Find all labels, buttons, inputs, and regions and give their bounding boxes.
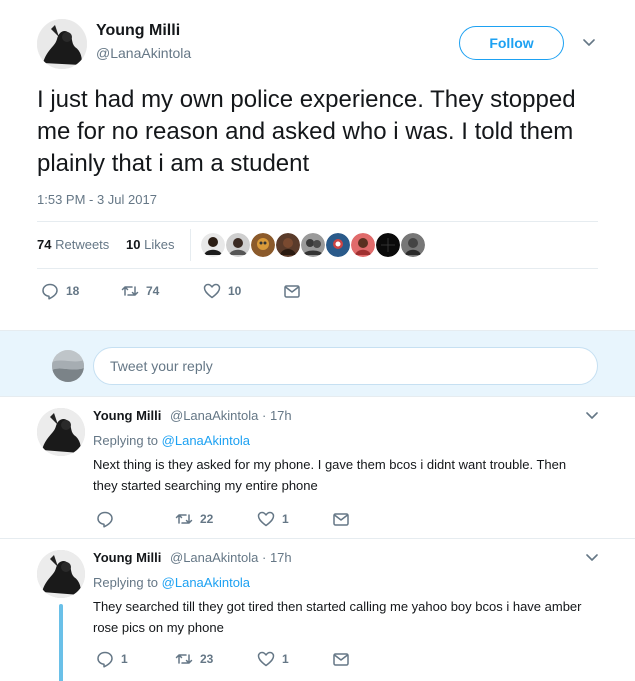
retweets-label: Retweets: [55, 237, 110, 252]
liker-avatar[interactable]: [276, 233, 300, 257]
reply-handle-text: @LanaAkintola: [170, 550, 259, 565]
retweets-count: 74: [37, 237, 52, 252]
reply-icon: [97, 511, 113, 528]
reply-tweet[interactable]: Young Milli @LanaAkintola · 17h Replying…: [0, 539, 635, 681]
likes-count: 10: [126, 237, 141, 252]
replying-to: Replying to @LanaAkintola: [93, 575, 250, 590]
liker-avatar[interactable]: [301, 233, 325, 257]
reply-actions: 22 1: [96, 510, 350, 528]
reply-tweet[interactable]: Young Milli @LanaAkintola · 17h Replying…: [0, 397, 635, 538]
liker-avatar[interactable]: [376, 233, 400, 257]
reply-age[interactable]: · 17h: [262, 408, 292, 423]
liker-avatar[interactable]: [326, 233, 350, 257]
reply-icon: [97, 651, 113, 668]
like-icon: [257, 651, 275, 667]
retweet-action[interactable]: 23: [175, 650, 257, 668]
reply-author-handle[interactable]: @LanaAkintola · 17h: [170, 550, 292, 565]
replying-to: Replying to @LanaAkintola: [93, 433, 250, 448]
likes-stat[interactable]: 10 Likes: [126, 237, 174, 252]
liker-avatar[interactable]: [201, 233, 225, 257]
reply-action[interactable]: 1: [96, 650, 175, 668]
chevron-down-icon[interactable]: [585, 551, 599, 565]
reply-count: 18: [66, 284, 80, 298]
author-avatar[interactable]: [37, 19, 87, 69]
author-avatar[interactable]: [37, 408, 85, 456]
retweets-stat[interactable]: 74 Retweets: [37, 237, 109, 252]
retweet-count: 74: [146, 284, 160, 298]
reply-handle-text: @LanaAkintola: [170, 408, 259, 423]
reply-input[interactable]: Tweet your reply: [93, 347, 598, 385]
like-count: 1: [282, 512, 289, 526]
author-handle[interactable]: @LanaAkintola: [96, 45, 191, 61]
like-icon: [257, 511, 275, 527]
retweet-action[interactable]: 22: [175, 510, 257, 528]
replying-prefix: Replying to: [93, 433, 159, 448]
divider: [37, 268, 598, 269]
retweet-icon: [175, 514, 193, 524]
reply-author-name[interactable]: Young Milli: [93, 550, 161, 565]
message-action[interactable]: [332, 510, 350, 528]
retweet-icon: [121, 286, 139, 296]
liker-avatar[interactable]: [251, 233, 275, 257]
reply-text: Next thing is they asked for my phone. I…: [93, 457, 567, 493]
like-icon: [203, 283, 221, 299]
tweet-text: I just had my own police experience. The…: [37, 86, 576, 177]
liker-avatar[interactable]: [351, 233, 375, 257]
reply-author-handle[interactable]: @LanaAkintola · 17h: [170, 408, 292, 423]
chevron-down-icon[interactable]: [582, 36, 596, 50]
message-icon: [333, 513, 349, 526]
likers-avatars: [201, 233, 425, 257]
divider: [37, 221, 598, 222]
reply-text: They searched till they got tired then s…: [93, 599, 582, 635]
message-icon: [333, 653, 349, 666]
tweet-timestamp[interactable]: 1:53 PM - 3 Jul 2017: [37, 192, 157, 207]
liker-avatar[interactable]: [226, 233, 250, 257]
reply-action[interactable]: 18: [41, 282, 121, 300]
stat-separator: [190, 229, 191, 261]
user-avatar: [52, 350, 84, 382]
like-count: 10: [228, 284, 242, 298]
replying-prefix: Replying to: [93, 575, 159, 590]
like-action[interactable]: 10: [203, 282, 283, 300]
reply-actions: 1 23 1: [96, 650, 350, 668]
retweet-icon: [175, 654, 193, 664]
retweet-action[interactable]: 74: [121, 282, 203, 300]
retweet-count: 23: [200, 652, 214, 666]
replying-to-link[interactable]: @LanaAkintola: [162, 575, 250, 590]
reply-count: 1: [121, 652, 128, 666]
author-avatar[interactable]: [37, 550, 85, 598]
like-count: 1: [282, 652, 289, 666]
reply-author-name[interactable]: Young Milli: [93, 408, 161, 423]
reply-action[interactable]: [96, 510, 175, 528]
like-action[interactable]: 1: [257, 510, 332, 528]
follow-button[interactable]: Follow: [459, 26, 564, 60]
author-name[interactable]: Young Milli: [96, 22, 180, 40]
message-action[interactable]: [332, 650, 350, 668]
likes-label: Likes: [144, 237, 175, 252]
like-action[interactable]: 1: [257, 650, 332, 668]
retweet-count: 22: [200, 512, 214, 526]
main-tweet: Young Milli @LanaAkintola Follow I just …: [0, 0, 635, 330]
tweet-actions: 18 74 10: [41, 282, 301, 300]
message-icon: [284, 285, 300, 298]
message-action[interactable]: [283, 282, 301, 300]
thread-line: [59, 604, 63, 681]
chevron-down-icon[interactable]: [585, 409, 599, 423]
reply-age[interactable]: · 17h: [262, 550, 292, 565]
replying-to-link[interactable]: @LanaAkintola: [162, 433, 250, 448]
liker-avatar[interactable]: [401, 233, 425, 257]
reply-composer: Tweet your reply: [0, 330, 635, 397]
reply-icon: [42, 283, 58, 300]
